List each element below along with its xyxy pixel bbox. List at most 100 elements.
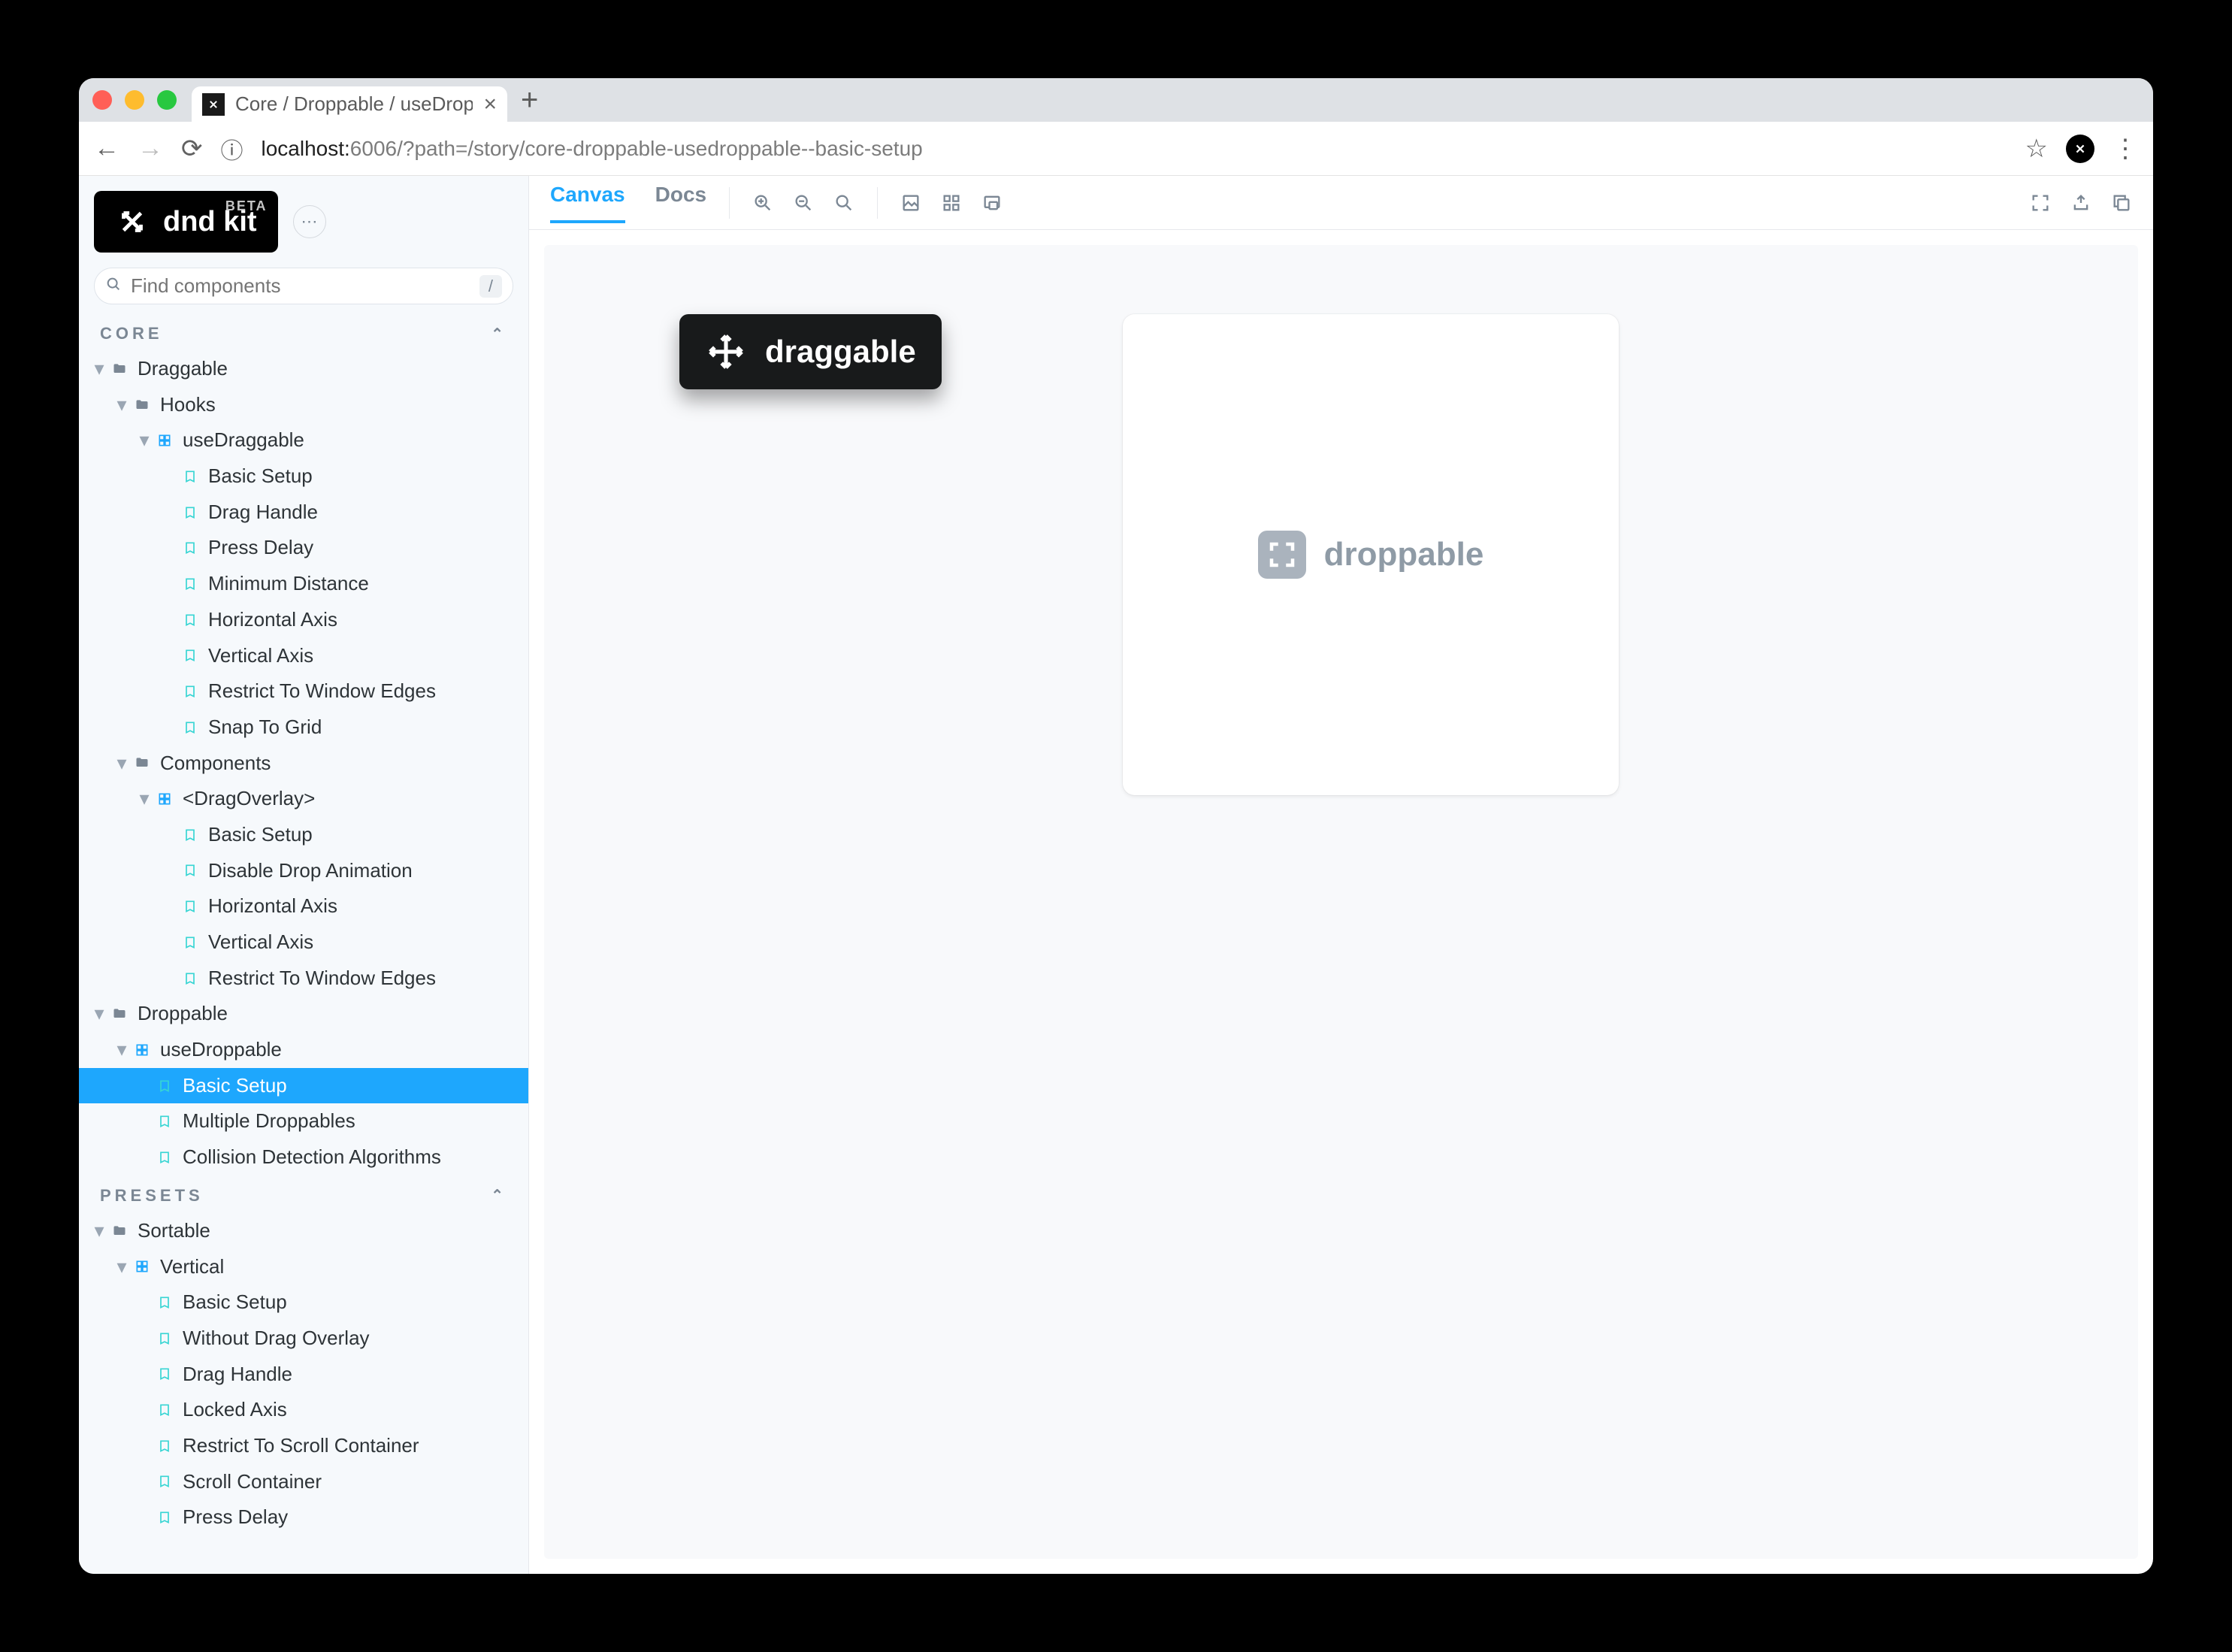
tree-item-collision-detection-algorithms[interactable]: Collision Detection Algorithms	[79, 1139, 528, 1175]
tree-item-usedraggable[interactable]: ▾ useDraggable	[79, 422, 528, 458]
bookmark-icon[interactable]: ☆	[2025, 134, 2048, 164]
tree-item-restrict-to-window-edges[interactable]: Restrict To Window Edges	[79, 673, 528, 710]
tree-item-label: useDraggable	[183, 426, 513, 455]
grid-icon[interactable]	[941, 192, 962, 213]
zoom-out-icon[interactable]	[793, 192, 814, 213]
zoom-reset-icon[interactable]	[833, 192, 854, 213]
collapse-icon[interactable]: ⌃	[491, 1186, 507, 1205]
collapse-icon[interactable]: ⌃	[491, 325, 507, 343]
story-icon	[183, 469, 201, 484]
copy-link-icon[interactable]	[2111, 192, 2132, 213]
section-head-presets[interactable]: PRESETS ⌃	[79, 1175, 528, 1213]
tree-item-without-drag-overlay[interactable]: Without Drag Overlay	[79, 1321, 528, 1357]
sidebar-menu-button[interactable]: ⋯	[293, 205, 326, 238]
tree-item-basic-setup[interactable]: Basic Setup	[79, 1068, 528, 1104]
site-info-icon[interactable]: ⓘ	[221, 132, 243, 165]
viewport-icon[interactable]	[981, 192, 1003, 213]
tree-item-drag-handle[interactable]: Drag Handle	[79, 1357, 528, 1393]
tree-item-label: Basic Setup	[183, 1072, 513, 1100]
caret-icon: ▾	[139, 426, 150, 455]
component-icon	[157, 433, 175, 448]
tab-title: Core / Droppable / useDroppal	[235, 92, 473, 116]
expand-icon	[1258, 531, 1306, 579]
tree-item-basic-setup[interactable]: Basic Setup	[79, 1284, 528, 1321]
tree-item-label: Disable Drop Animation	[208, 857, 513, 885]
tree-item-horizontal-axis[interactable]: Horizontal Axis	[79, 888, 528, 924]
tree-item-basic-setup[interactable]: Basic Setup	[79, 817, 528, 853]
tree-item-press-delay[interactable]: Press Delay	[79, 1499, 528, 1536]
browser-tab[interactable]: Core / Droppable / useDroppal ×	[192, 86, 507, 122]
background-icon[interactable]	[900, 192, 921, 213]
extension-icon[interactable]	[2066, 135, 2094, 163]
tree-item-vertical-axis[interactable]: Vertical Axis	[79, 924, 528, 961]
tree-item-label: Basic Setup	[183, 1288, 513, 1317]
tree-item--dragoverlay-[interactable]: ▾<DragOverlay>	[79, 781, 528, 817]
story-icon	[157, 1439, 175, 1454]
close-tab-icon[interactable]: ×	[483, 92, 497, 117]
tree-item-minimum-distance[interactable]: Minimum Distance	[79, 566, 528, 602]
zoom-in-icon[interactable]	[752, 192, 773, 213]
tree-item-label: Vertical Axis	[208, 928, 513, 957]
draggable-item[interactable]: draggable	[679, 314, 942, 389]
minimize-window-button[interactable]	[125, 90, 144, 110]
folder-icon	[112, 362, 130, 377]
tree-item-label: Collision Detection Algorithms	[183, 1143, 513, 1172]
story-icon	[183, 899, 201, 914]
tree-item-snap-to-grid[interactable]: Snap To Grid	[79, 710, 528, 746]
url-port: 6006	[350, 137, 397, 160]
tree-item-label: Components	[160, 749, 513, 778]
caret-icon: ▾	[116, 749, 127, 778]
tree-item-basic-setup[interactable]: Basic Setup	[79, 458, 528, 495]
tree-item-vertical-axis[interactable]: Vertical Axis	[79, 638, 528, 674]
tree-item-hooks[interactable]: ▾Hooks	[79, 387, 528, 423]
browser-window: Core / Droppable / useDroppal × + ← → ⟳ …	[79, 78, 2153, 1574]
tree-item-droppable[interactable]: ▾Droppable	[79, 996, 528, 1032]
search-input[interactable]	[131, 274, 470, 298]
tree-item-vertical[interactable]: ▾Vertical	[79, 1249, 528, 1285]
tree-item-label: Locked Axis	[183, 1396, 513, 1424]
caret-icon: ▾	[116, 391, 127, 419]
tree-item-scroll-container[interactable]: Scroll Container	[79, 1464, 528, 1500]
tree-item-label: Droppable	[138, 1000, 513, 1028]
forward-button[interactable]: →	[138, 134, 163, 163]
tree-item-locked-axis[interactable]: Locked Axis	[79, 1392, 528, 1428]
fullscreen-icon[interactable]	[2030, 192, 2051, 213]
maximize-window-button[interactable]	[157, 90, 177, 110]
search-input-wrap[interactable]: /	[94, 268, 513, 304]
tree-item-multiple-droppables[interactable]: Multiple Droppables	[79, 1103, 528, 1139]
address-bar[interactable]: localhost:6006/?path=/story/core-droppab…	[262, 137, 2007, 161]
reload-button[interactable]: ⟳	[181, 134, 203, 164]
tree-item-draggable[interactable]: ▾Draggable	[79, 351, 528, 387]
new-tab-button[interactable]: +	[521, 83, 538, 117]
tree-item-label: Basic Setup	[208, 462, 513, 491]
tree-presets: ▾Sortable▾Vertical Basic Setup Without Dra…	[79, 1213, 528, 1536]
tab-canvas[interactable]: Canvas	[550, 183, 625, 223]
story-icon	[183, 540, 201, 555]
tree-item-restrict-to-scroll-container[interactable]: Restrict To Scroll Container	[79, 1428, 528, 1464]
caret-icon: ▾	[116, 1253, 127, 1281]
close-window-button[interactable]	[92, 90, 112, 110]
tree-item-label: Restrict To Window Edges	[208, 964, 513, 993]
droppable-zone[interactable]: droppable	[1123, 314, 1619, 795]
tab-docs[interactable]: Docs	[655, 183, 706, 223]
open-new-tab-icon[interactable]	[2070, 192, 2091, 213]
tree-item-label: Basic Setup	[208, 821, 513, 849]
tree-item-disable-drop-animation[interactable]: Disable Drop Animation	[79, 853, 528, 889]
logo[interactable]: dnd kit BETA	[94, 191, 278, 253]
story-icon	[157, 1114, 175, 1129]
tree-item-horizontal-axis[interactable]: Horizontal Axis	[79, 602, 528, 638]
tree-item-components[interactable]: ▾ Components	[79, 746, 528, 782]
tree-item-usedroppable[interactable]: ▾useDroppable	[79, 1032, 528, 1068]
section-head-core[interactable]: CORE ⌃	[79, 313, 528, 351]
tree-item-label: Draggable	[138, 355, 513, 383]
story-icon	[183, 720, 201, 735]
tree-item-label: Horizontal Axis	[208, 606, 513, 634]
tree-item-restrict-to-window-edges[interactable]: Restrict To Window Edges	[79, 961, 528, 997]
browser-menu-icon[interactable]: ⋮	[2113, 134, 2138, 164]
tree-core: ▾Draggable▾Hooks▾useDraggableBasic Setup…	[79, 351, 528, 1175]
tree-item-drag-handle[interactable]: Drag Handle	[79, 495, 528, 531]
back-button[interactable]: ←	[94, 134, 119, 163]
tree-item-press-delay[interactable]: Press Delay	[79, 530, 528, 566]
tree-item-sortable[interactable]: ▾Sortable	[79, 1213, 528, 1249]
canvas: draggable droppable	[544, 245, 2138, 1559]
